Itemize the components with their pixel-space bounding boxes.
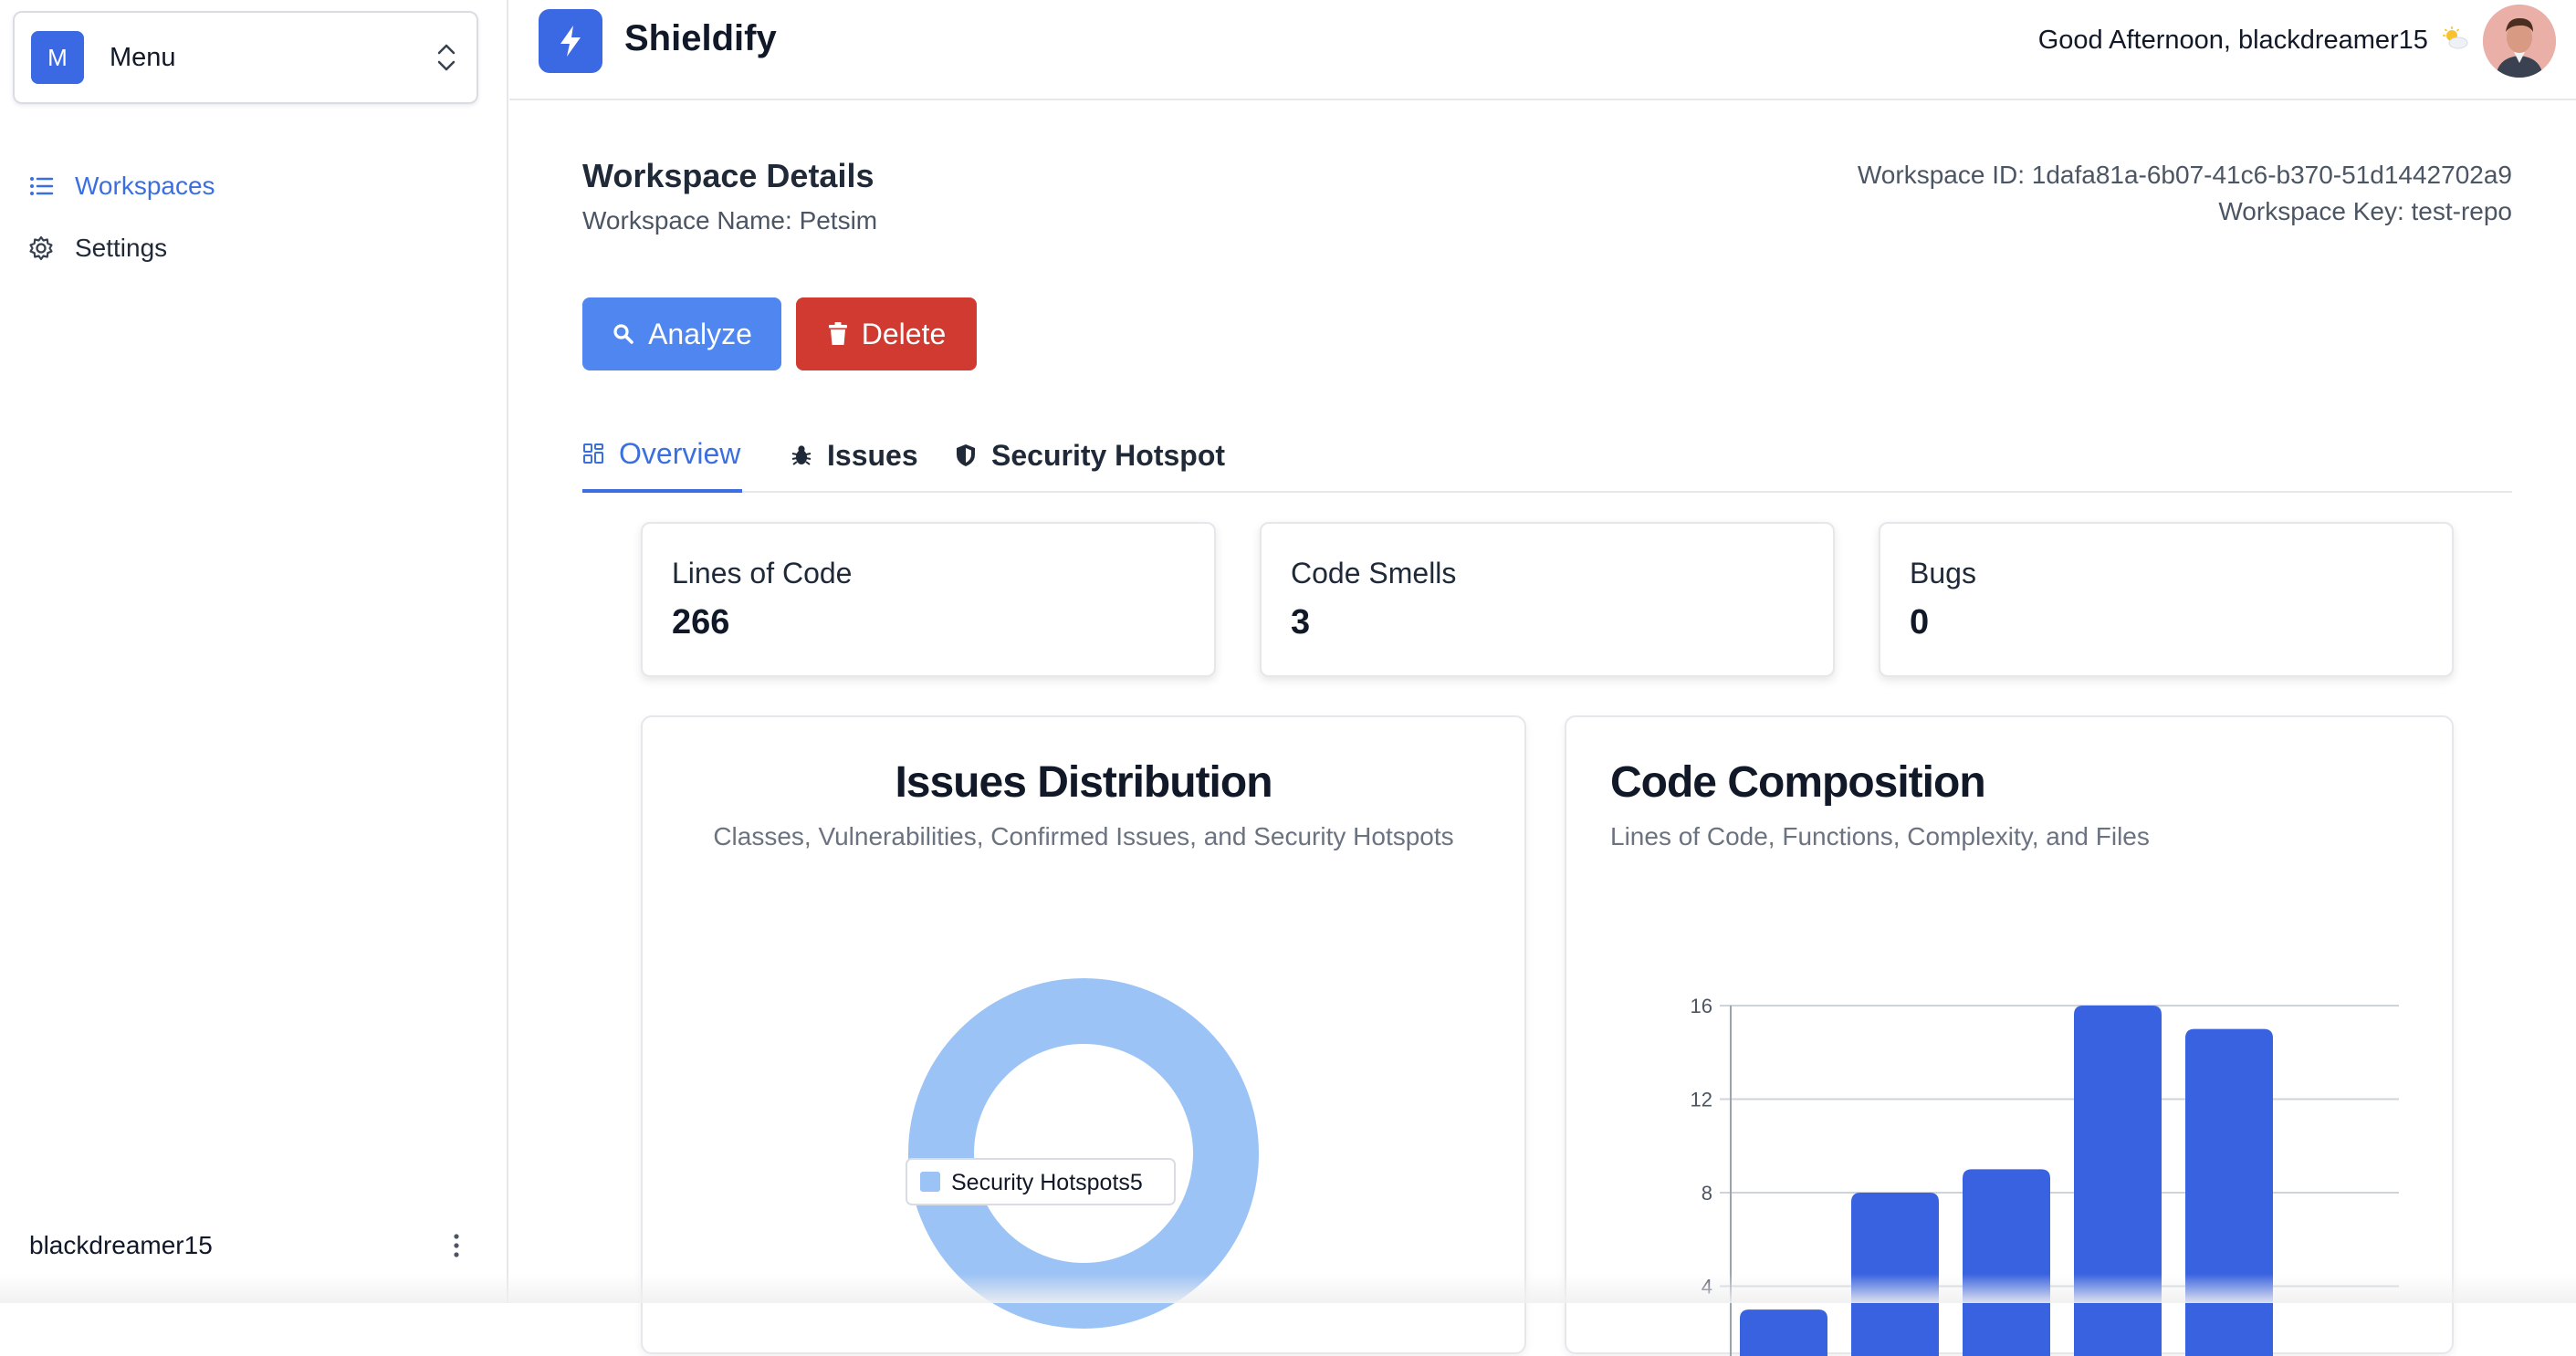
sidebar-user: blackdreamer15 xyxy=(29,1223,467,1268)
lightning-icon xyxy=(560,26,581,57)
brand-logo[interactable] xyxy=(539,9,602,73)
stat-card-code-smells: Code Smells 3 xyxy=(1260,522,1835,677)
delete-button[interactable]: Delete xyxy=(796,297,977,370)
bottom-fade xyxy=(0,1274,2576,1303)
greeting-label: Good Afternoon, blackdreamer15 xyxy=(2037,26,2428,55)
sidebar-nav: Workspaces Settings xyxy=(27,155,484,279)
chart-subtitle: Lines of Code, Functions, Complexity, an… xyxy=(1610,822,2150,850)
delete-label: Delete xyxy=(861,317,947,350)
stat-value: 3 xyxy=(1291,603,1311,641)
issues-distribution-card: Issues Distribution Classes, Vulnerabili… xyxy=(641,715,1526,1354)
donut-slice[interactable] xyxy=(908,978,1259,1329)
menu-switcher[interactable]: M Menu xyxy=(13,11,478,104)
trash-icon xyxy=(828,322,847,345)
sun-behind-cloud-icon xyxy=(2443,26,2468,49)
chart-title: Code Composition xyxy=(1610,758,1986,807)
bug-icon xyxy=(791,445,812,465)
sidebar-item-label: Workspaces xyxy=(75,172,215,200)
brand-name: Shieldify xyxy=(624,18,777,58)
bar[interactable] xyxy=(2185,1028,2273,1356)
tab-security-hotspot[interactable]: Security Hotspot xyxy=(955,418,1225,493)
stat-value: 266 xyxy=(672,603,730,641)
stat-label: Bugs xyxy=(1910,557,1976,589)
y-tick-label: 8 xyxy=(1702,1182,1712,1205)
y-tick-label: 12 xyxy=(1691,1089,1712,1111)
tab-label: Issues xyxy=(827,438,918,472)
chart-subtitle: Classes, Vulnerabilities, Confirmed Issu… xyxy=(713,822,1454,850)
greeting-text: Good Afternoon, blackdreamer15 xyxy=(2038,26,2468,56)
page-title: Workspace Details xyxy=(582,157,874,194)
analyze-button[interactable]: Analyze xyxy=(582,297,781,370)
tab-label: Security Hotspot xyxy=(991,438,1226,472)
stat-card-bugs: Bugs 0 xyxy=(1879,522,2454,677)
sidebar-item-workspaces[interactable]: Workspaces xyxy=(27,155,484,217)
shield-icon xyxy=(957,444,975,466)
grid-icon xyxy=(583,443,603,464)
chart-title: Issues Distribution xyxy=(895,758,1272,807)
more-vertical-icon[interactable] xyxy=(445,1227,467,1264)
stat-card-lines-of-code: Lines of Code 266 xyxy=(641,522,1216,677)
menu-label: Menu xyxy=(110,42,176,72)
list-icon xyxy=(30,177,54,195)
avatar-icon xyxy=(2483,5,2556,78)
chevron-up-down-icon xyxy=(437,44,456,71)
tab-overview[interactable]: Overview xyxy=(582,418,743,493)
tab-issues[interactable]: Issues xyxy=(791,418,918,493)
sidebar-item-label: Settings xyxy=(75,234,168,262)
stat-label: Lines of Code xyxy=(672,557,853,589)
tab-bar: Overview Issues Security Hotspot xyxy=(582,418,2512,493)
menu-avatar: M xyxy=(31,31,84,84)
y-tick-label: 16 xyxy=(1691,995,1712,1017)
workspace-id: Workspace ID: 1dafa81a-6b07-41c6-b370-51… xyxy=(1857,161,2512,189)
search-icon xyxy=(613,324,634,344)
tooltip-swatch xyxy=(920,1172,940,1192)
sidebar-item-settings[interactable]: Settings xyxy=(27,217,484,279)
stat-label: Code Smells xyxy=(1291,557,1457,589)
top-bar: Shieldify Good Afternoon, blackdreamer15 xyxy=(509,0,2576,100)
tab-label: Overview xyxy=(619,436,741,470)
bar[interactable] xyxy=(1740,1309,1827,1356)
workspace-name: Workspace Name: Petsim xyxy=(582,206,878,235)
bar[interactable] xyxy=(2074,1006,2162,1356)
gear-icon xyxy=(29,235,53,261)
code-composition-card: Code Composition Lines of Code, Function… xyxy=(1565,715,2454,1356)
user-avatar[interactable] xyxy=(2483,5,2556,78)
bar[interactable] xyxy=(1963,1169,2050,1356)
sidebar: M Menu Workspaces Settings blackdreamer1 xyxy=(0,0,508,1303)
tooltip-text: Security Hotspots5 xyxy=(951,1170,1143,1195)
workspace-key: Workspace Key: test-repo xyxy=(2218,197,2512,225)
sidebar-username: blackdreamer15 xyxy=(29,1231,213,1259)
chart-tooltip: Security Hotspots5 xyxy=(906,1158,1176,1205)
stat-value: 0 xyxy=(1910,603,1930,641)
analyze-label: Analyze xyxy=(648,317,752,350)
